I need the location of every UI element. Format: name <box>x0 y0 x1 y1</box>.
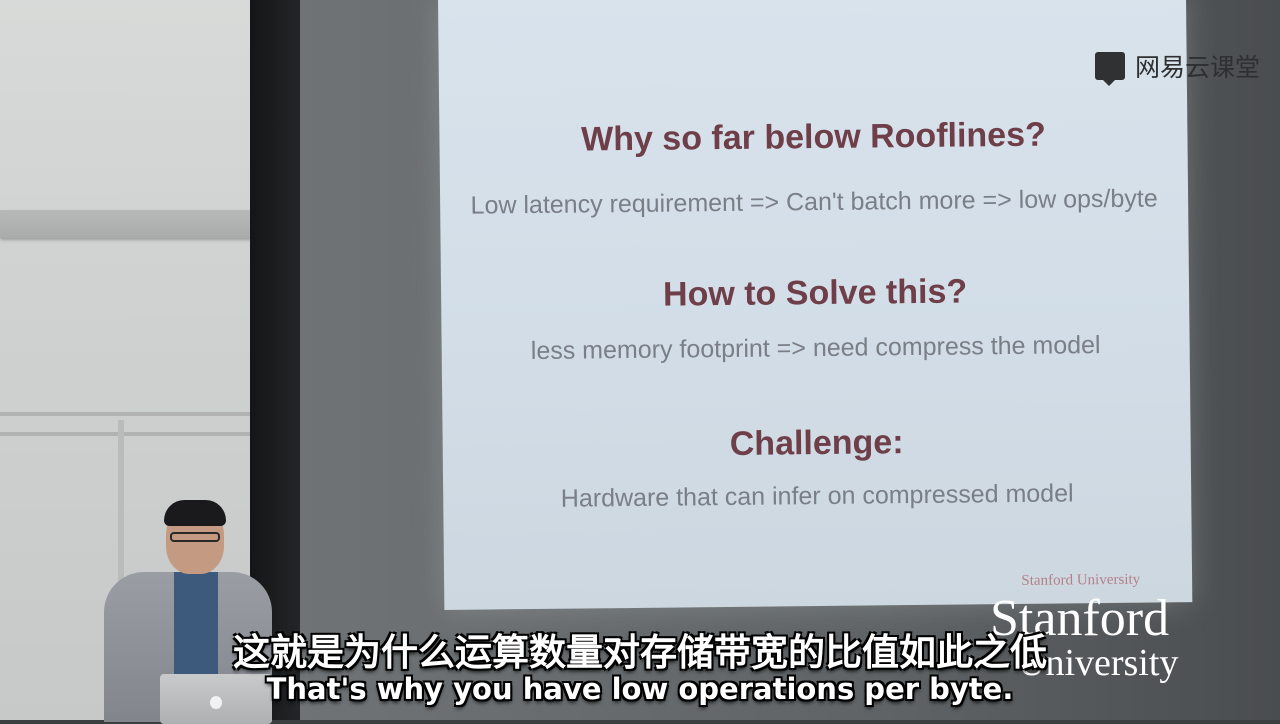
wall-rail <box>0 432 258 436</box>
slide-heading-rooflines: Why so far below Rooflines? <box>580 115 1046 159</box>
slide-text-latency: Low latency requirement => Can't batch m… <box>470 184 1158 220</box>
slide-footer: Stanford University <box>1021 571 1141 589</box>
subtitle-english: That's why you have low operations per b… <box>266 672 1014 706</box>
wall-rail <box>0 412 258 416</box>
presenter-hair <box>164 500 226 526</box>
watermark-text: 网易云课堂 <box>1134 54 1260 82</box>
projected-slide: Why so far below Rooflines? Low latency … <box>438 0 1193 610</box>
slide-heading-solve: How to Solve this? <box>662 272 968 314</box>
wall-panel <box>0 210 258 238</box>
subtitle-chinese: 这就是为什么运算数量对存储带宽的比值如此之低 <box>233 631 1047 674</box>
slide-heading-challenge: Challenge: <box>729 423 904 463</box>
chat-bubble-icon <box>1094 52 1125 86</box>
presenter-glasses <box>170 532 220 542</box>
watermark: 网易云课堂 <box>1094 48 1260 86</box>
slide-text-memory: less memory footprint => need compress t… <box>530 331 1101 366</box>
slide-text-hardware: Hardware that can infer on compressed mo… <box>560 479 1074 513</box>
